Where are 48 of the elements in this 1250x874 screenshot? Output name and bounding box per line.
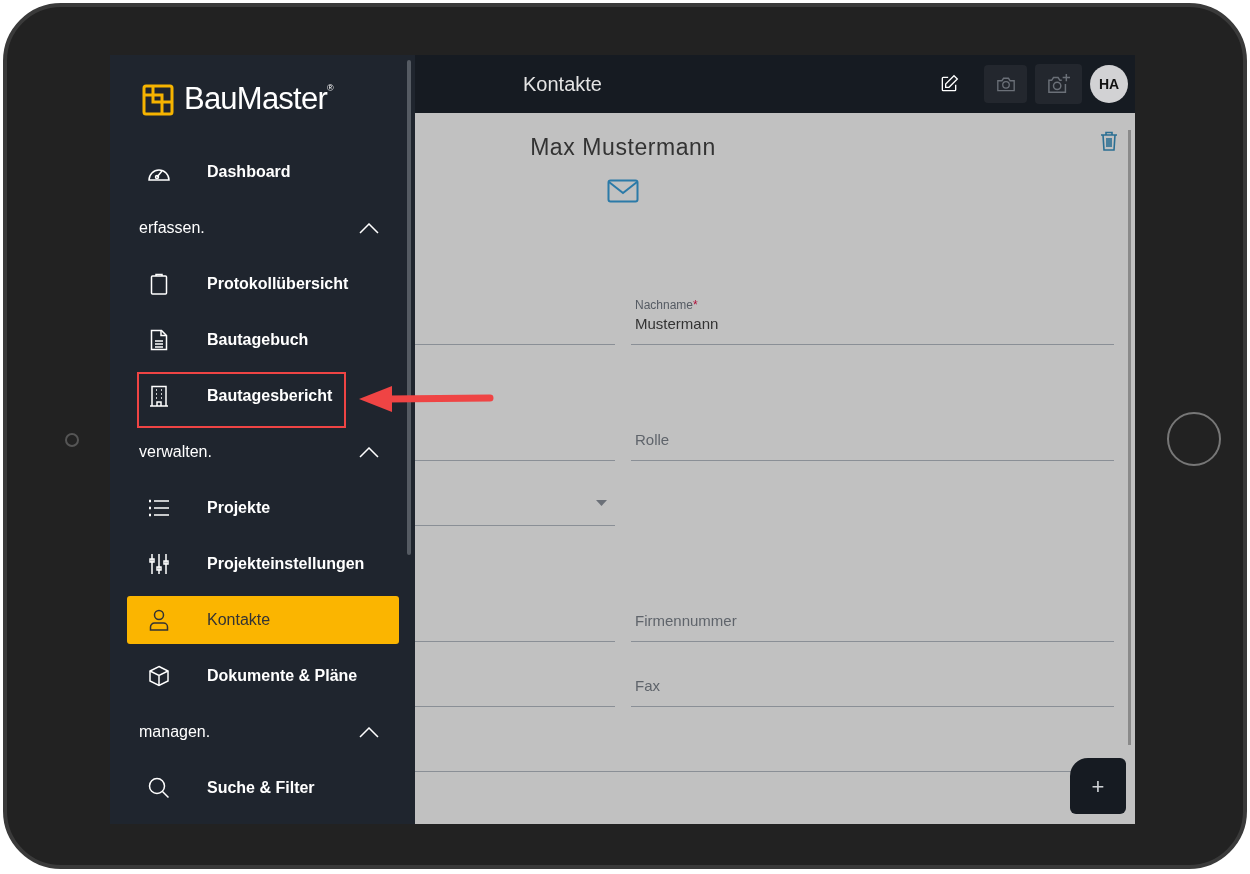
nav-item[interactable]: Dashboard	[127, 148, 399, 196]
nav-item[interactable]: Bautagesbericht	[127, 372, 399, 420]
camera-plus-icon	[1046, 73, 1071, 95]
chevron-up-icon[interactable]	[359, 726, 379, 738]
search-icon	[148, 777, 170, 799]
field-label: Nachname	[635, 298, 694, 313]
add-button[interactable]: +	[1070, 758, 1126, 814]
logo-text: BauMaster$^{®}$	[184, 80, 333, 119]
scrollbar-thumb[interactable]	[1128, 130, 1131, 745]
input-field[interactable]: Nachname* Mustermann	[631, 300, 1114, 345]
section-title: erfassen.	[139, 218, 206, 238]
field-placeholder: Firmennummer	[635, 611, 738, 631]
list-icon	[148, 499, 170, 517]
nav-item[interactable]: Kontakte	[127, 596, 399, 644]
camera-icon	[995, 75, 1016, 93]
camera-button[interactable]	[984, 65, 1027, 103]
section-title: managen.	[139, 722, 212, 742]
nav-item[interactable]: Projekteinstellungen	[127, 540, 399, 588]
add-photo-button[interactable]	[1035, 64, 1082, 104]
person-icon	[149, 609, 169, 631]
home-button[interactable]	[1167, 412, 1221, 466]
edit-icon	[939, 74, 959, 94]
nav-item[interactable]: Dokumente & Pläne	[127, 652, 399, 700]
logo-icon	[142, 83, 174, 116]
trash-icon[interactable]	[1100, 131, 1118, 151]
nav-item[interactable]: Suche & Filter	[127, 764, 399, 812]
nav-item[interactable]: Protokollübersicht	[127, 260, 399, 308]
sliders-icon	[149, 553, 169, 575]
field-placeholder: Fax	[635, 676, 661, 696]
user-avatar[interactable]: HA	[1090, 65, 1128, 103]
field-value: Mustermann	[635, 314, 720, 334]
document-icon	[150, 329, 168, 351]
chevron-up-icon[interactable]	[359, 446, 379, 458]
clipboard-icon	[150, 273, 168, 295]
nav-item[interactable]: Bautagebuch	[127, 316, 399, 364]
mail-icon[interactable]	[607, 178, 639, 203]
dropdown-caret-icon	[596, 500, 607, 506]
section-title: verwalten.	[139, 442, 213, 462]
building-icon	[149, 385, 169, 407]
nav-item[interactable]: Projekte	[127, 484, 399, 532]
required-mark: *	[693, 298, 698, 313]
chevron-up-icon[interactable]	[359, 222, 379, 234]
camera-icon	[65, 433, 79, 447]
field-placeholder: Rolle	[635, 430, 671, 450]
scrollbar-thumb[interactable]	[407, 60, 411, 555]
cube-icon	[148, 665, 170, 687]
contact-name: Max Mustermann	[530, 133, 716, 162]
page-title: Kontakte	[523, 72, 602, 97]
